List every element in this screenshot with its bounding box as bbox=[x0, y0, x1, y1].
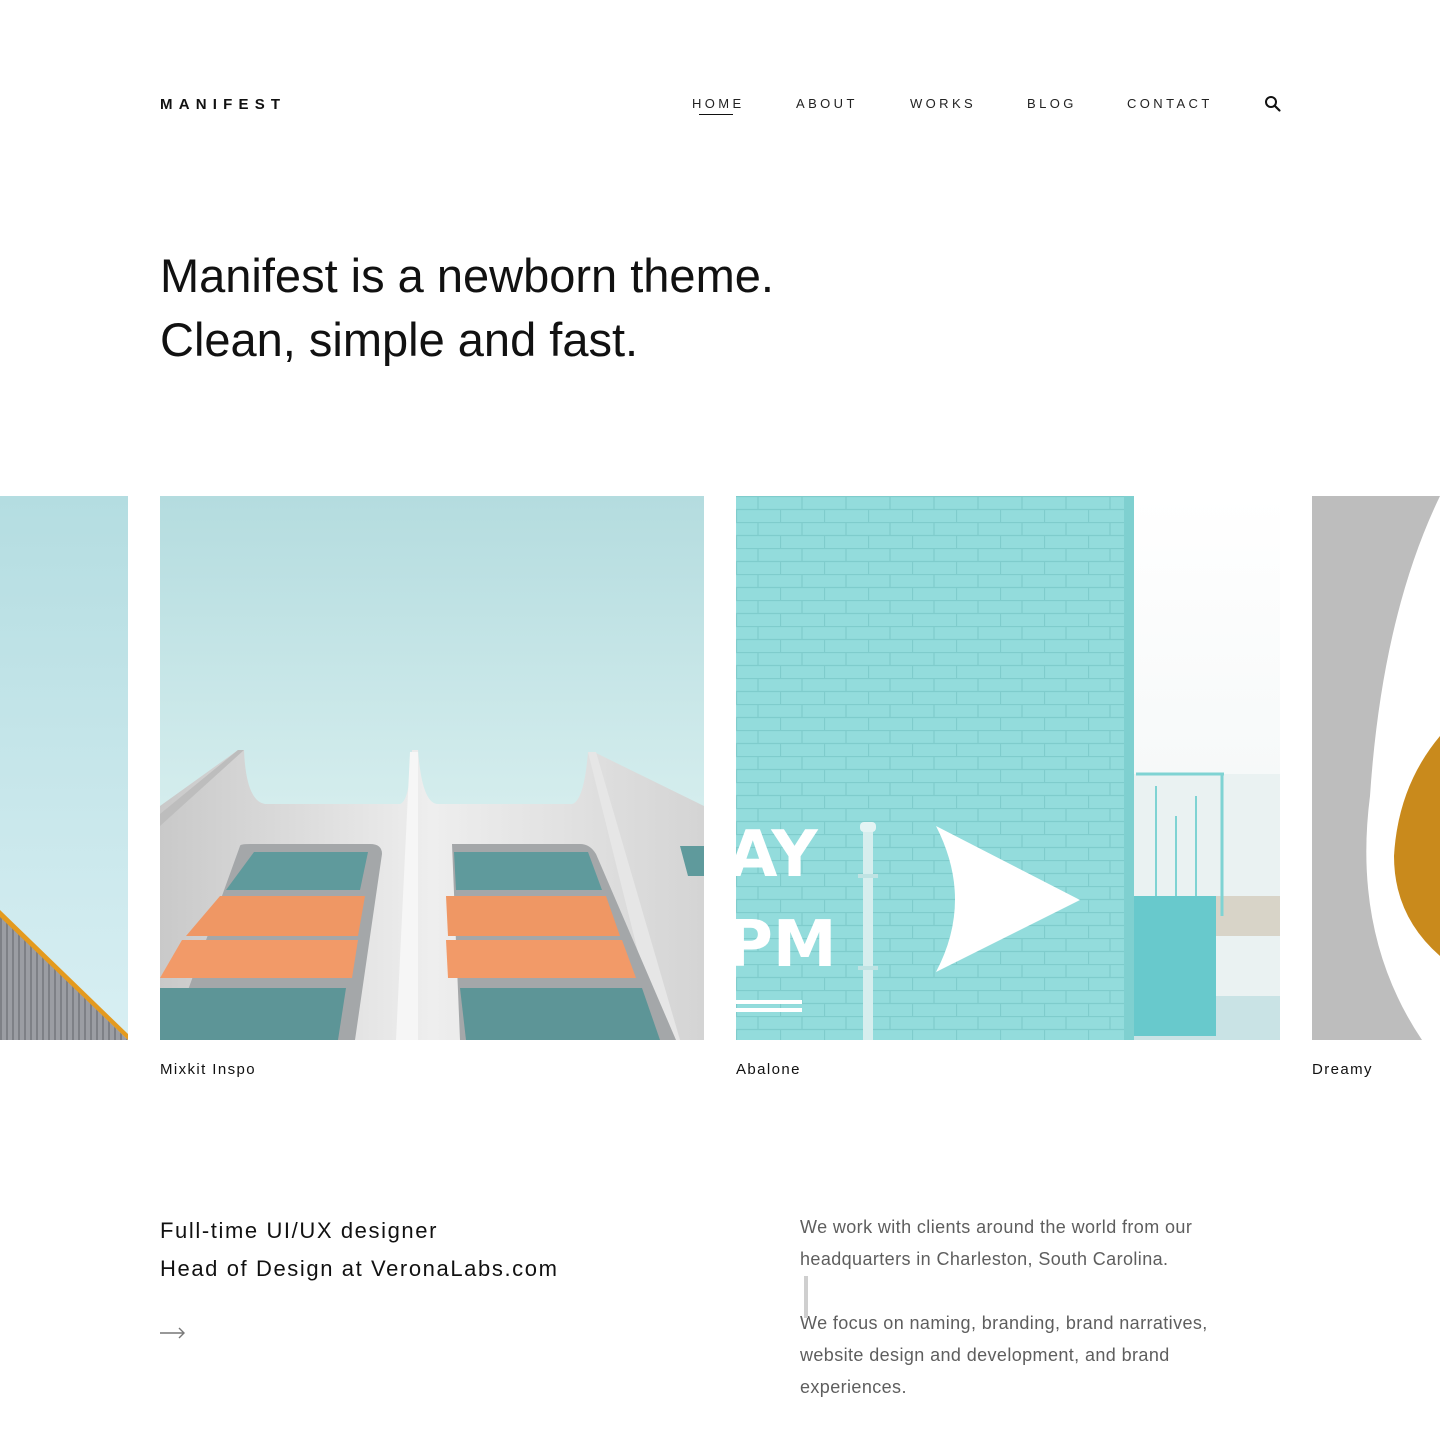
svg-text:PM: PM bbox=[736, 908, 837, 982]
gallery-caption[interactable]: Mixkit Inspo bbox=[160, 1061, 256, 1078]
card-image-roof bbox=[0, 496, 128, 1040]
hero-line-2: Clean, simple and fast. bbox=[160, 313, 639, 366]
svg-text:AY: AY bbox=[736, 818, 818, 892]
arrow-right-icon[interactable] bbox=[160, 1325, 186, 1341]
main-nav: HOME ABOUT WORKS BLOG CONTACT bbox=[0, 96, 1440, 116]
gallery-caption[interactable]: Abalone bbox=[736, 1061, 801, 1078]
card-image-brick-wall: AY PM bbox=[736, 496, 1280, 1040]
about-text: We work with clients around the world fr… bbox=[800, 1211, 1270, 1403]
card-image-building bbox=[160, 496, 704, 1040]
gallery-caption[interactable]: Dreamy bbox=[1312, 1061, 1373, 1078]
card-image-lamp bbox=[1312, 496, 1440, 1040]
hero-line-1: Manifest is a newborn theme. bbox=[160, 249, 774, 302]
hero-heading: Manifest is a newborn theme. Clean, simp… bbox=[160, 244, 1060, 372]
nav-item-blog[interactable]: BLOG bbox=[1027, 96, 1077, 111]
about-paragraph-2: We focus on naming, branding, brand narr… bbox=[800, 1313, 1208, 1397]
about-paragraph-1: We work with clients around the world fr… bbox=[800, 1217, 1193, 1269]
nav-item-works[interactable]: WORKS bbox=[910, 96, 976, 111]
bio-text: Full-time UI/UX designer Head of Design … bbox=[160, 1212, 559, 1288]
search-icon[interactable] bbox=[1264, 95, 1282, 113]
nav-item-about[interactable]: ABOUT bbox=[796, 96, 858, 111]
gallery-card-dreamy[interactable] bbox=[1312, 496, 1440, 1040]
nav-item-home[interactable]: HOME bbox=[692, 96, 745, 115]
bio-line-2: Head of Design at VeronaLabs.com bbox=[160, 1256, 559, 1281]
text-cursor-bar bbox=[804, 1276, 808, 1318]
nav-item-contact[interactable]: CONTACT bbox=[1127, 96, 1213, 111]
gallery-card-abalone[interactable]: AY PM bbox=[736, 496, 1280, 1040]
bio-line-1: Full-time UI/UX designer bbox=[160, 1218, 439, 1243]
gallery-card-partial-left[interactable] bbox=[0, 496, 128, 1040]
gallery-card-mixkit-inspo[interactable] bbox=[160, 496, 704, 1040]
